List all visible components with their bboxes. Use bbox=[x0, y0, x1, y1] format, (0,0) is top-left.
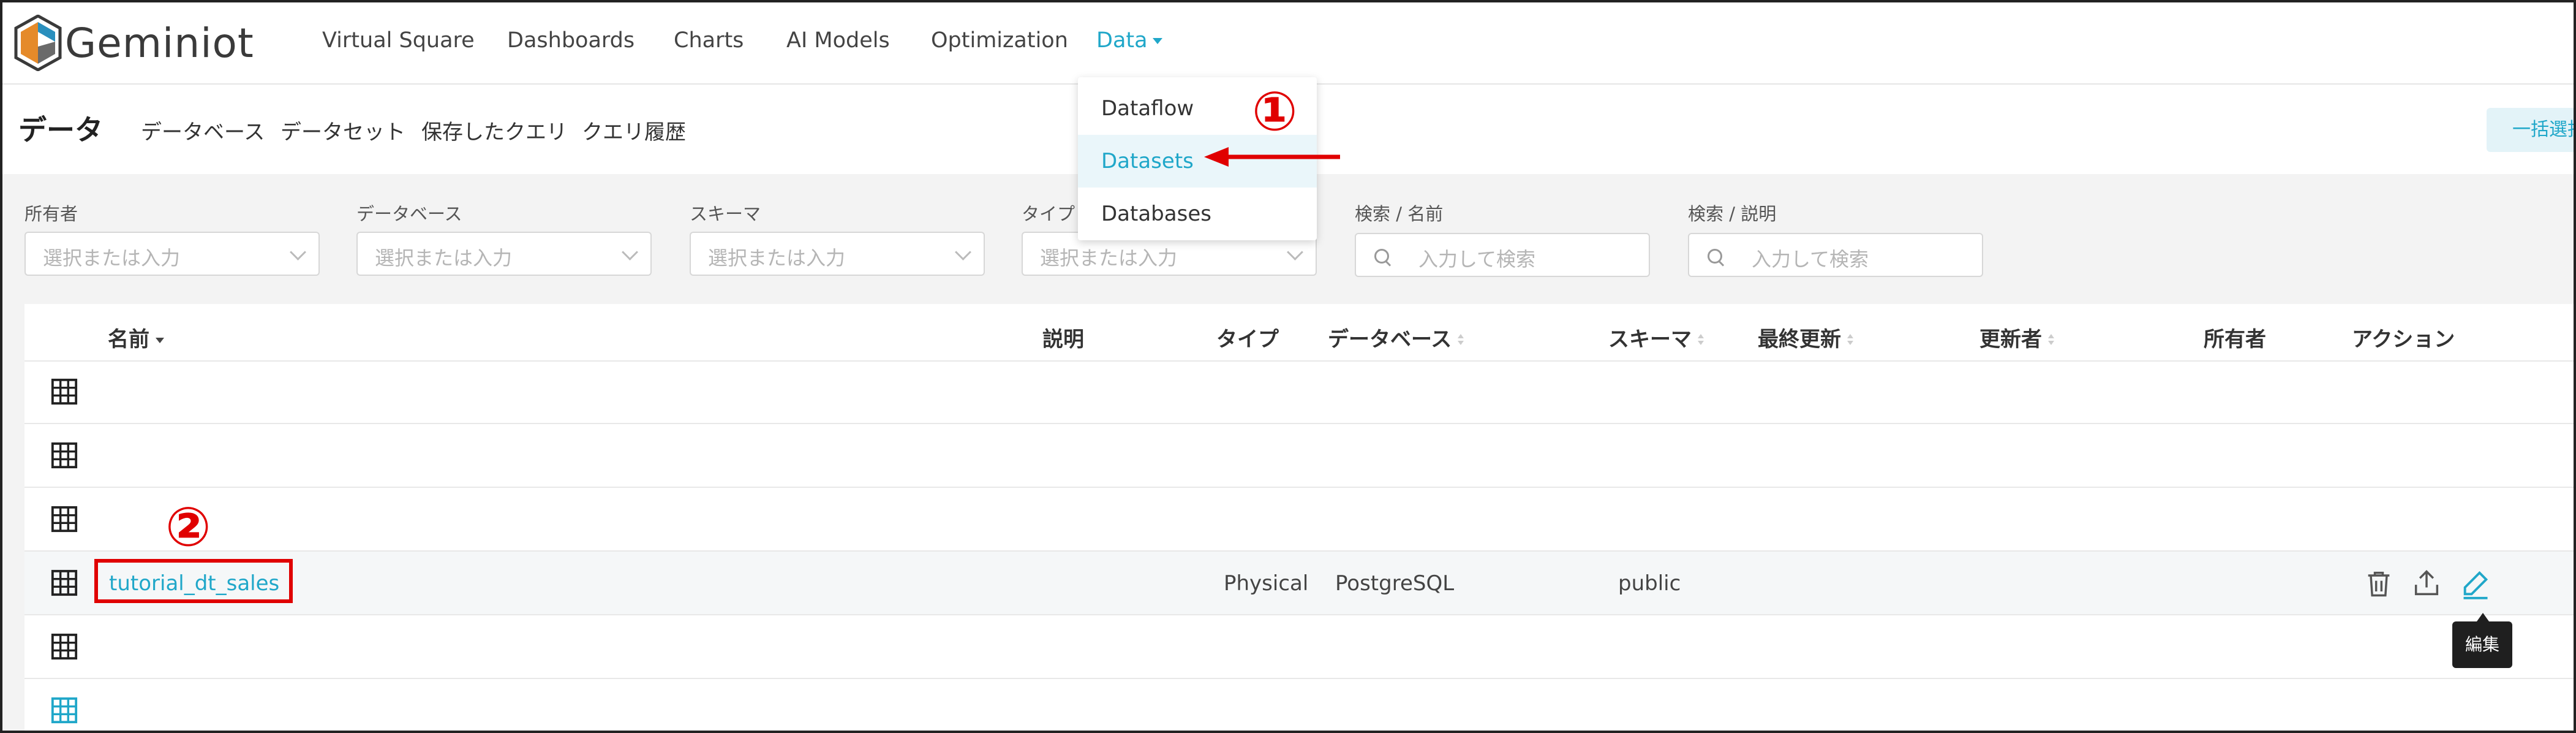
filter-label-search-name: 検索 / 名前 bbox=[1355, 203, 1444, 224]
annotation-highlight-box bbox=[94, 559, 293, 603]
table-grid-icon bbox=[51, 378, 78, 405]
annotation-arrow bbox=[1204, 147, 1340, 167]
table-header: 名前 説明 タイプ データベース スキーマ 最終更新 更新者 所有者 アクション bbox=[24, 304, 2574, 362]
nav-virtual-square[interactable]: Virtual Square bbox=[322, 28, 475, 53]
filter-label-type: タイプ bbox=[1022, 203, 1075, 224]
filter-label-owner: 所有者 bbox=[24, 203, 78, 224]
delete-icon[interactable] bbox=[2363, 568, 2395, 599]
column-schema-label: スキーマ bbox=[1608, 327, 1692, 352]
nav-data[interactable]: Data bbox=[1096, 28, 1162, 53]
nav-optimization[interactable]: Optimization bbox=[931, 28, 1068, 53]
search-description-placeholder: 入力して検索 bbox=[1752, 248, 1869, 271]
owner-placeholder: 選択または入力 bbox=[43, 246, 181, 270]
table-grid-icon bbox=[51, 569, 78, 596]
table-row bbox=[24, 424, 2574, 488]
edit-icon[interactable] bbox=[2460, 568, 2491, 599]
sort-icon bbox=[1847, 333, 1853, 348]
dataset-schema: public bbox=[1618, 571, 1681, 596]
filter-label-search-description: 検索 / 説明 bbox=[1688, 203, 1777, 224]
search-description-input[interactable]: 入力して検索 bbox=[1688, 233, 1983, 277]
table-grid-icon bbox=[51, 442, 78, 469]
column-modified-by-label: 更新者 bbox=[1979, 327, 2042, 352]
column-database-label: データベース bbox=[1328, 327, 1452, 352]
sort-desc-icon bbox=[156, 338, 164, 343]
search-name-placeholder: 入力して検索 bbox=[1418, 248, 1536, 271]
table-row-tutorial-dt-sales: tutorial_dt_sales Physical PostgreSQL pu… bbox=[24, 552, 2574, 615]
table-body: 名前 説明 タイプ データベース スキーマ 最終更新 更新者 所有者 アクション bbox=[24, 304, 2574, 731]
bulk-select-button[interactable]: 一括選択 bbox=[2487, 108, 2574, 152]
table-row bbox=[24, 488, 2574, 552]
top-navigation: Geminiot Virtual Square Dashboards Chart… bbox=[2, 2, 2574, 85]
nav-ai-models[interactable]: AI Models bbox=[786, 28, 890, 53]
column-header-schema[interactable]: スキーマ bbox=[1608, 322, 1704, 352]
annotation-step-1: ① bbox=[1252, 80, 1298, 143]
table-row bbox=[24, 360, 2574, 424]
table-grid-icon bbox=[51, 506, 78, 533]
schema-placeholder: 選択または入力 bbox=[708, 246, 846, 270]
column-header-last-modified[interactable]: 最終更新 bbox=[1758, 322, 1853, 352]
sort-icon bbox=[1458, 333, 1464, 348]
column-header-type: タイプ bbox=[1216, 327, 1279, 352]
datasets-table: 名前 説明 タイプ データベース スキーマ 最終更新 更新者 所有者 アクション bbox=[2, 304, 2574, 731]
nav-charts[interactable]: Charts bbox=[674, 28, 744, 53]
column-header-database[interactable]: データベース bbox=[1328, 322, 1464, 352]
filter-label-schema: スキーマ bbox=[690, 203, 761, 224]
tab-datasets[interactable]: データセット bbox=[281, 115, 405, 145]
search-icon bbox=[1374, 249, 1389, 264]
app-name: Geminiot bbox=[65, 19, 254, 67]
caret-down-icon bbox=[1152, 38, 1162, 44]
column-header-actions: アクション bbox=[2352, 327, 2455, 352]
export-icon[interactable] bbox=[2411, 568, 2442, 599]
chevron-down-icon bbox=[290, 244, 306, 260]
type-placeholder: 選択または入力 bbox=[1040, 246, 1178, 270]
tab-query-history[interactable]: クエリ履歴 bbox=[582, 115, 686, 145]
app-frame: Geminiot Virtual Square Dashboards Chart… bbox=[0, 0, 2576, 733]
tab-saved-queries[interactable]: 保存したクエリ bbox=[421, 115, 567, 145]
table-grid-icon bbox=[51, 697, 78, 724]
database-select[interactable]: 選択または入力 bbox=[356, 232, 652, 276]
table-row bbox=[24, 615, 2574, 679]
menu-item-databases[interactable]: Databases bbox=[1078, 188, 1317, 240]
filter-label-database: データベース bbox=[356, 203, 462, 224]
column-header-owner: 所有者 bbox=[2204, 327, 2266, 352]
column-header-modified-by[interactable]: 更新者 bbox=[1979, 322, 2054, 352]
tab-databases[interactable]: データベース bbox=[141, 115, 265, 145]
schema-select[interactable]: 選択または入力 bbox=[690, 232, 985, 276]
app-logo[interactable]: Geminiot bbox=[13, 13, 254, 72]
logo-icon bbox=[14, 15, 62, 71]
search-icon bbox=[1708, 249, 1722, 264]
table-grid-icon bbox=[51, 633, 78, 660]
column-last-modified-label: 最終更新 bbox=[1758, 327, 1841, 352]
chevron-down-icon bbox=[1287, 244, 1303, 260]
column-header-name[interactable]: 名前 bbox=[108, 322, 164, 352]
chevron-down-icon bbox=[955, 244, 971, 260]
dataset-type: Physical bbox=[1224, 571, 1309, 596]
chevron-down-icon bbox=[622, 244, 638, 260]
table-row bbox=[24, 679, 2574, 731]
column-name-label: 名前 bbox=[108, 327, 149, 352]
nav-data-label: Data bbox=[1096, 28, 1148, 53]
annotation-step-2: ② bbox=[165, 495, 211, 558]
search-name-input[interactable]: 入力して検索 bbox=[1355, 233, 1650, 277]
sort-icon bbox=[2048, 333, 2054, 348]
column-header-description: 説明 bbox=[1042, 327, 1084, 352]
owner-select[interactable]: 選択または入力 bbox=[24, 232, 320, 276]
sort-icon bbox=[1698, 333, 1704, 348]
page-title: データ bbox=[18, 113, 103, 146]
edit-tooltip: 編集 bbox=[2452, 613, 2512, 668]
dataset-database: PostgreSQL bbox=[1335, 571, 1455, 596]
database-placeholder: 選択または入力 bbox=[375, 246, 513, 270]
nav-dashboards[interactable]: Dashboards bbox=[507, 28, 635, 53]
